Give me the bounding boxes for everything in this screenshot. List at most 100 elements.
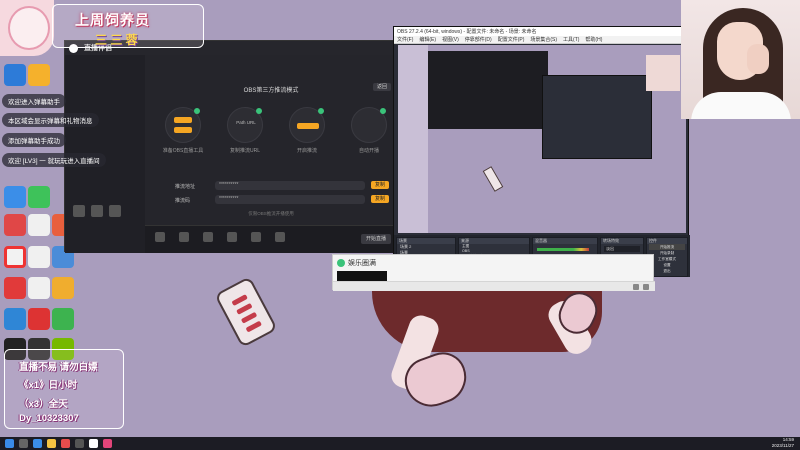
tool-icon[interactable] bbox=[203, 232, 213, 242]
info-line: （x3）全天 bbox=[19, 399, 68, 410]
file-icon[interactable] bbox=[28, 246, 50, 268]
preview-nested-window bbox=[428, 51, 548, 129]
menu-tools[interactable]: 工具(T) bbox=[563, 36, 579, 43]
step-2-label: 复制推流URL bbox=[229, 148, 260, 154]
stream-info-box: 直播不易 请勿白嫖 《x1》日小时 （x3）全天 Dy_10323307 bbox=[4, 349, 124, 429]
transitions-dock-header: 转场特效 bbox=[601, 238, 643, 244]
push-url-label: 推流地址 bbox=[175, 184, 196, 190]
app-icon[interactable] bbox=[103, 439, 112, 448]
app-icon[interactable] bbox=[4, 186, 26, 208]
transition-select[interactable]: 淡出 bbox=[604, 246, 640, 252]
app-icon[interactable] bbox=[52, 277, 74, 299]
menu-edit[interactable]: 编辑(E) bbox=[419, 36, 436, 43]
wechat-icon[interactable] bbox=[28, 186, 50, 208]
tool-icon[interactable] bbox=[275, 232, 285, 242]
chat-message: 欢迎 [LV3] 一 就玩玩进入直播间 bbox=[2, 153, 106, 167]
obs-window: OBS 27.2.4 (64-bit, windows) - 配置文件: 未命名… bbox=[393, 26, 690, 277]
app-icon[interactable] bbox=[89, 439, 98, 448]
step-2: Path URL bbox=[227, 107, 263, 143]
popup-preview bbox=[337, 271, 387, 281]
banner-subtitle: 三 三 蓉 bbox=[95, 33, 138, 47]
start-live-button[interactable]: 开始直播 bbox=[361, 234, 391, 244]
chat-message: 添加弹幕助手成功 bbox=[2, 133, 66, 147]
tool-icon[interactable] bbox=[91, 205, 103, 217]
popup-title: 娱乐圈满 bbox=[348, 260, 376, 267]
netease-icon[interactable] bbox=[4, 277, 26, 299]
entertainment-popup: 娱乐圈满 bbox=[332, 254, 655, 291]
mixer-dock-header: 混音器 bbox=[533, 238, 597, 244]
step-4 bbox=[351, 107, 387, 143]
streamer-avatar bbox=[0, 0, 54, 56]
obs-preview-canvas[interactable] bbox=[398, 45, 686, 233]
app-icon[interactable] bbox=[4, 214, 26, 236]
popup-header: 娱乐圈满 bbox=[333, 255, 391, 271]
assistant-toolbar: 开始直播 bbox=[145, 225, 397, 253]
app-icon[interactable] bbox=[52, 308, 74, 330]
menu-docks[interactable]: 停靠部件(D) bbox=[465, 36, 492, 43]
chat-message: 欢迎进入弹幕助手 bbox=[2, 94, 66, 108]
menu-view[interactable]: 视图(V) bbox=[442, 36, 459, 43]
info-line: 《x1》日小时 bbox=[19, 380, 78, 391]
stream-title-banner: 上周饲养员 三 三 蓉 bbox=[52, 4, 204, 48]
step-1 bbox=[165, 107, 201, 143]
footer-tip: 仅限OBS推流开播使用 bbox=[248, 211, 294, 216]
push-key-label: 推流码 bbox=[175, 198, 191, 204]
push-url-field[interactable]: ********** bbox=[215, 181, 365, 190]
folder-icon[interactable] bbox=[47, 439, 56, 448]
tool-icon[interactable] bbox=[251, 232, 261, 242]
copy-key-button[interactable]: 复制 bbox=[371, 195, 389, 203]
popup-controls bbox=[333, 281, 655, 291]
app-icon[interactable] bbox=[28, 64, 50, 86]
obs-mode-panel: OBS第三方推流模式 返回 准备OBS直播工具 Path URL 复制推流URL… bbox=[145, 55, 397, 225]
app-icon[interactable] bbox=[4, 308, 26, 330]
tool-icon[interactable] bbox=[109, 205, 121, 217]
info-line: Dy_10323307 bbox=[19, 413, 79, 424]
step-3-label: 开启推流 bbox=[296, 148, 317, 154]
file-icon[interactable] bbox=[28, 277, 50, 299]
preview-remote bbox=[482, 166, 504, 192]
streaming-assistant-window: 直播伴侣 OBS第三方推流模式 返回 准备OBS直播工具 Path URL 复制… bbox=[64, 40, 397, 253]
webcam-feed bbox=[681, 0, 800, 119]
popup-close-icon[interactable] bbox=[643, 284, 649, 290]
obs-titlebar: OBS 27.2.4 (64-bit, windows) - 配置文件: 未命名… bbox=[394, 27, 688, 36]
obs-icon[interactable] bbox=[75, 439, 84, 448]
panel-title: OBS第三方推流模式 bbox=[243, 88, 299, 94]
chrome-icon[interactable] bbox=[4, 246, 26, 268]
chat-message: 本区域会显示弹幕和礼物消息 bbox=[2, 113, 99, 127]
tool-icon[interactable] bbox=[179, 232, 189, 242]
step-3 bbox=[289, 107, 325, 143]
preview-icons-column bbox=[398, 45, 428, 233]
info-line: 直播不易 请勿白嫖 bbox=[19, 362, 98, 373]
tool-icon[interactable] bbox=[73, 205, 85, 217]
banner-title: 上周饲养员 bbox=[75, 12, 150, 28]
step-4-label: 自动开播 bbox=[358, 148, 379, 154]
menu-profile[interactable]: 配置文件(P) bbox=[498, 36, 525, 43]
file-icon[interactable] bbox=[28, 214, 50, 236]
menu-help[interactable]: 帮助(H) bbox=[585, 36, 602, 43]
step-1-label: 准备OBS直播工具 bbox=[162, 148, 204, 154]
menu-scene-collection[interactable]: 场景集合(S) bbox=[530, 36, 557, 43]
copy-url-button[interactable]: 复制 bbox=[371, 181, 389, 189]
obs-title: OBS 27.2.4 (64-bit, windows) - 配置文件: 未命名… bbox=[397, 29, 537, 35]
back-button[interactable]: 返回 bbox=[373, 83, 391, 91]
audio-meter bbox=[537, 248, 589, 251]
preview-nested-obs bbox=[542, 75, 652, 159]
computer-icon[interactable] bbox=[4, 64, 26, 86]
step-2-button[interactable]: Path URL bbox=[232, 120, 260, 125]
system-clock[interactable]: 14:59 2023/11/27 bbox=[772, 437, 794, 449]
popup-control-icon[interactable] bbox=[633, 284, 639, 290]
preview-camera bbox=[646, 55, 680, 91]
obs-menubar: 文件(F) 编辑(E) 视图(V) 停靠部件(D) 配置文件(P) 场景集合(S… bbox=[394, 36, 688, 44]
menu-file[interactable]: 文件(F) bbox=[397, 36, 413, 43]
edge-icon[interactable] bbox=[33, 439, 42, 448]
app-icon[interactable] bbox=[61, 439, 70, 448]
start-icon[interactable] bbox=[5, 439, 14, 448]
push-key-field[interactable]: ********** bbox=[215, 195, 365, 204]
wallpaper-remote bbox=[214, 276, 278, 348]
leaf-logo-icon bbox=[337, 259, 345, 267]
tool-icon[interactable] bbox=[155, 232, 165, 242]
app-icon[interactable] bbox=[28, 308, 50, 330]
tool-icon[interactable] bbox=[227, 232, 237, 242]
search-icon[interactable] bbox=[19, 439, 28, 448]
clock-date: 2023/11/27 bbox=[771, 443, 794, 448]
